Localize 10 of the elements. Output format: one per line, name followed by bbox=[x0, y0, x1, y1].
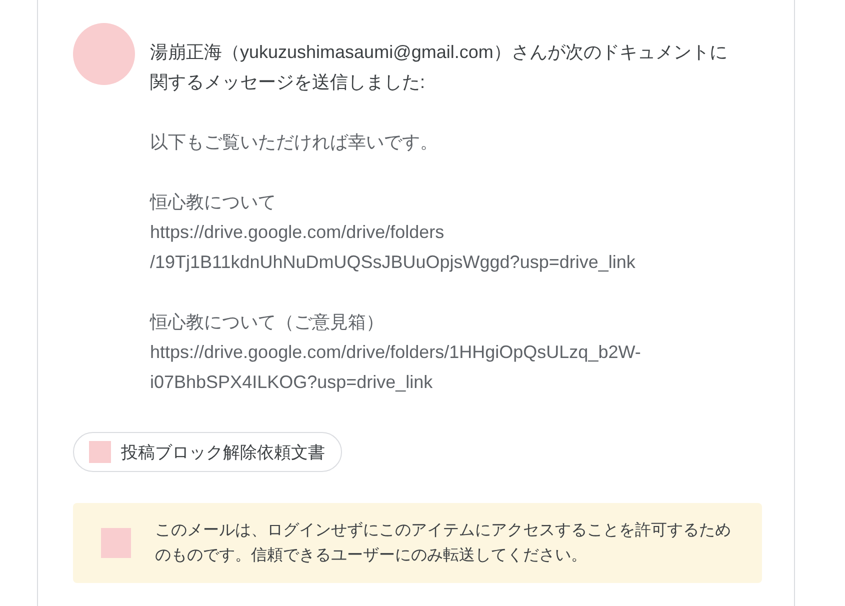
notice-text: このメールは、ログインせずにこのアイテムにアクセスすることを許可するため のものです。信頼できるユーザーにのみ転送してください。 bbox=[155, 520, 731, 566]
url-text: https://drive.google.com/drive/folders /19Tj1B11kdnUhNuDmUQSsJBUuOpjsWggd?usp=drive_link bbox=[150, 221, 636, 274]
url-text: https://drive.google.com/drive/folders/1HHgiOpQsULzq_b2W- i07BhbSPX4ILKOG?usp=drive_link bbox=[150, 341, 642, 394]
placeholder-icon bbox=[101, 528, 131, 558]
message-text: 恒心教について（ご意見箱） bbox=[150, 311, 385, 334]
placeholder-icon bbox=[89, 441, 111, 463]
message-text: 恒心教について bbox=[150, 191, 277, 214]
sender-message-text: 湯崩正海（yukuzushimasaumi@gmail.com）さんが次のドキュメントに 関するメッセージを送信しました: bbox=[150, 41, 728, 94]
message-text: 以下もご覧いただければ幸いです。 bbox=[150, 131, 439, 154]
attachment-chip[interactable]: 投稿ブロック解除依頼文書 bbox=[73, 432, 342, 472]
